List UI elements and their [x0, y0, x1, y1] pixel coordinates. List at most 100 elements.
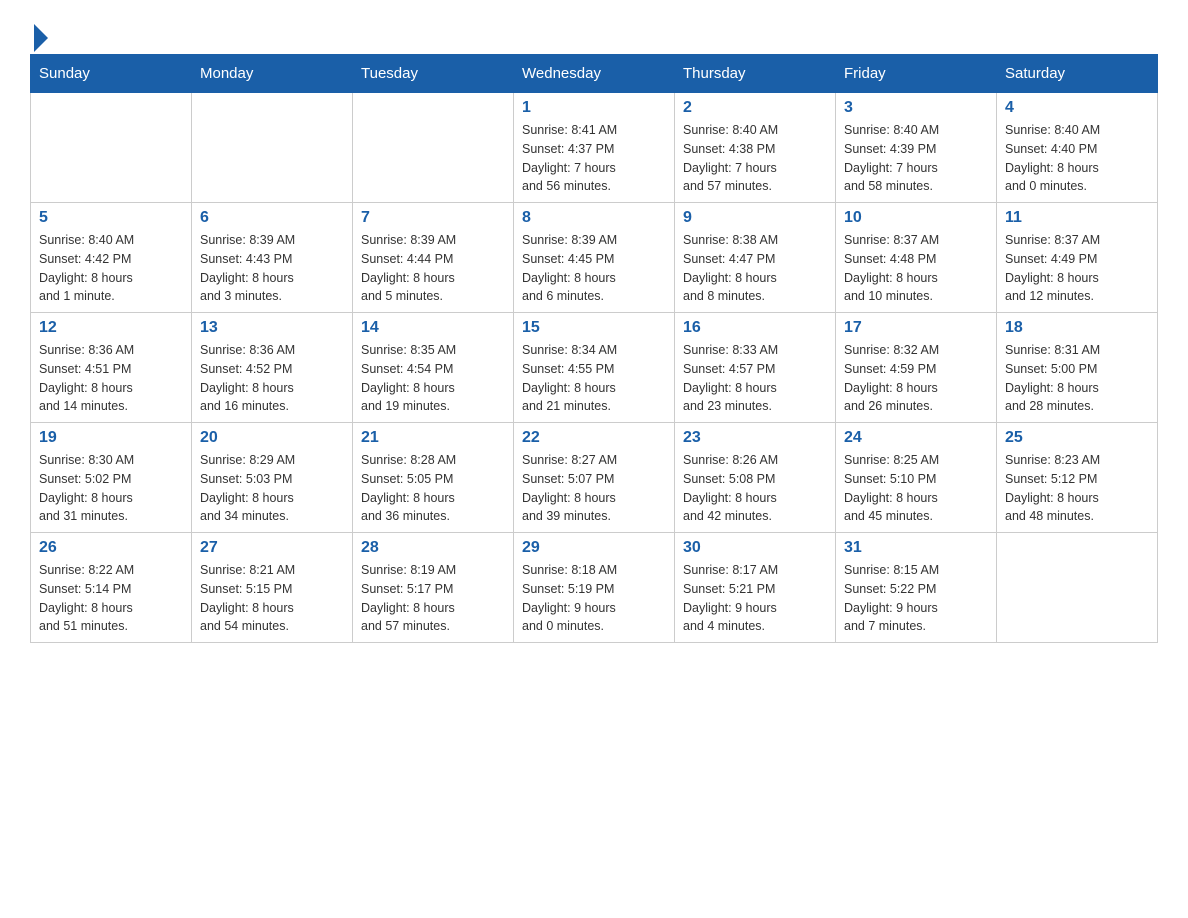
- weekday-header-monday: Monday: [192, 55, 353, 93]
- day-info: Sunrise: 8:39 AM Sunset: 4:44 PM Dayligh…: [361, 231, 505, 306]
- calendar-day-21: 21Sunrise: 8:28 AM Sunset: 5:05 PM Dayli…: [353, 423, 514, 533]
- weekday-header-thursday: Thursday: [675, 55, 836, 93]
- day-info: Sunrise: 8:32 AM Sunset: 4:59 PM Dayligh…: [844, 341, 988, 416]
- day-info: Sunrise: 8:31 AM Sunset: 5:00 PM Dayligh…: [1005, 341, 1149, 416]
- day-info: Sunrise: 8:36 AM Sunset: 4:51 PM Dayligh…: [39, 341, 183, 416]
- calendar-day-14: 14 Sunrise: 8:35 AM Sunset: 4:54 PM Dayli…: [353, 313, 514, 423]
- day-info: Sunrise: 8:40 AM Sunset: 4:39 PM Dayligh…: [844, 121, 988, 196]
- day-number: 13: [200, 319, 344, 337]
- day-number: 1: [522, 99, 666, 117]
- calendar-day-19: 19 Sunrise: 8:30 AM Sunset: 5:02 PM Dayli…: [31, 423, 192, 533]
- day-number: 14: [361, 319, 505, 337]
- day-number: 22: [522, 429, 666, 447]
- calendar-empty-cell: [353, 93, 514, 203]
- calendar-empty-cell: [192, 93, 353, 203]
- calendar-day-26: 26 Sunrise: 8:22 AM Sunset: 5:14 PM Dayli…: [31, 533, 192, 643]
- day-number: 3: [844, 99, 988, 117]
- day-info: Sunrise: 8:40 AM Sunset: 4:38 PM Dayligh…: [683, 121, 827, 196]
- day-info: Sunrise: 8:18 AM Sunset: 5:19 PM Dayligh…: [522, 561, 666, 636]
- calendar-empty-cell: [997, 533, 1158, 643]
- calendar-day-27: 27Sunrise: 8:21 AM Sunset: 5:15 PM Dayli…: [192, 533, 353, 643]
- calendar-day-18: 18 Sunrise: 8:31 AM Sunset: 5:00 PM Dayli…: [997, 313, 1158, 423]
- day-info: Sunrise: 8:36 AM Sunset: 4:52 PM Dayligh…: [200, 341, 344, 416]
- calendar-day-31: 31Sunrise: 8:15 AM Sunset: 5:22 PM Dayli…: [836, 533, 997, 643]
- calendar-day-5: 5 Sunrise: 8:40 AM Sunset: 4:42 PM Daylig…: [31, 203, 192, 313]
- calendar-day-8: 8Sunrise: 8:39 AM Sunset: 4:45 PM Daylig…: [514, 203, 675, 313]
- weekday-header-saturday: Saturday: [997, 55, 1158, 93]
- calendar-day-23: 23 Sunrise: 8:26 AM Sunset: 5:08 PM Dayli…: [675, 423, 836, 533]
- weekday-header-tuesday: Tuesday: [353, 55, 514, 93]
- calendar-week-row: 1 Sunrise: 8:41 AM Sunset: 4:37 PM Daylig…: [31, 93, 1158, 203]
- calendar-day-3: 3 Sunrise: 8:40 AM Sunset: 4:39 PM Daylig…: [836, 93, 997, 203]
- calendar-day-13: 13 Sunrise: 8:36 AM Sunset: 4:52 PM Dayli…: [192, 313, 353, 423]
- day-info: Sunrise: 8:38 AM Sunset: 4:47 PM Dayligh…: [683, 231, 827, 306]
- calendar-day-12: 12 Sunrise: 8:36 AM Sunset: 4:51 PM Dayli…: [31, 313, 192, 423]
- day-info: Sunrise: 8:17 AM Sunset: 5:21 PM Dayligh…: [683, 561, 827, 636]
- day-info: Sunrise: 8:27 AM Sunset: 5:07 PM Dayligh…: [522, 451, 666, 526]
- calendar-day-17: 17 Sunrise: 8:32 AM Sunset: 4:59 PM Dayli…: [836, 313, 997, 423]
- day-number: 17: [844, 319, 988, 337]
- day-number: 7: [361, 209, 505, 227]
- day-number: 15: [522, 319, 666, 337]
- day-info: Sunrise: 8:33 AM Sunset: 4:57 PM Dayligh…: [683, 341, 827, 416]
- logo: [30, 20, 48, 44]
- calendar-empty-cell: [31, 93, 192, 203]
- day-number: 6: [200, 209, 344, 227]
- day-info: Sunrise: 8:23 AM Sunset: 5:12 PM Dayligh…: [1005, 451, 1149, 526]
- calendar-day-10: 10Sunrise: 8:37 AM Sunset: 4:48 PM Dayli…: [836, 203, 997, 313]
- day-number: 26: [39, 539, 183, 557]
- day-number: 12: [39, 319, 183, 337]
- day-info: Sunrise: 8:40 AM Sunset: 4:42 PM Dayligh…: [39, 231, 183, 306]
- day-info: Sunrise: 8:25 AM Sunset: 5:10 PM Dayligh…: [844, 451, 988, 526]
- day-number: 27: [200, 539, 344, 557]
- page-header: [30, 20, 1158, 44]
- calendar-day-15: 15 Sunrise: 8:34 AM Sunset: 4:55 PM Dayli…: [514, 313, 675, 423]
- weekday-header-sunday: Sunday: [31, 55, 192, 93]
- calendar-day-22: 22 Sunrise: 8:27 AM Sunset: 5:07 PM Dayli…: [514, 423, 675, 533]
- weekday-header-wednesday: Wednesday: [514, 55, 675, 93]
- calendar-week-row: 26 Sunrise: 8:22 AM Sunset: 5:14 PM Dayli…: [31, 533, 1158, 643]
- day-number: 20: [200, 429, 344, 447]
- calendar-week-row: 5 Sunrise: 8:40 AM Sunset: 4:42 PM Daylig…: [31, 203, 1158, 313]
- day-info: Sunrise: 8:30 AM Sunset: 5:02 PM Dayligh…: [39, 451, 183, 526]
- day-number: 16: [683, 319, 827, 337]
- day-number: 18: [1005, 319, 1149, 337]
- calendar-day-16: 16 Sunrise: 8:33 AM Sunset: 4:57 PM Dayli…: [675, 313, 836, 423]
- calendar-day-29: 29 Sunrise: 8:18 AM Sunset: 5:19 PM Dayli…: [514, 533, 675, 643]
- calendar-day-6: 6 Sunrise: 8:39 AM Sunset: 4:43 PM Daylig…: [192, 203, 353, 313]
- calendar-day-7: 7 Sunrise: 8:39 AM Sunset: 4:44 PM Daylig…: [353, 203, 514, 313]
- day-info: Sunrise: 8:29 AM Sunset: 5:03 PM Dayligh…: [200, 451, 344, 526]
- calendar-week-row: 19 Sunrise: 8:30 AM Sunset: 5:02 PM Dayli…: [31, 423, 1158, 533]
- day-info: Sunrise: 8:34 AM Sunset: 4:55 PM Dayligh…: [522, 341, 666, 416]
- calendar-day-28: 28Sunrise: 8:19 AM Sunset: 5:17 PM Dayli…: [353, 533, 514, 643]
- day-info: Sunrise: 8:39 AM Sunset: 4:43 PM Dayligh…: [200, 231, 344, 306]
- day-number: 31: [844, 539, 988, 557]
- day-info: Sunrise: 8:26 AM Sunset: 5:08 PM Dayligh…: [683, 451, 827, 526]
- calendar-day-1: 1 Sunrise: 8:41 AM Sunset: 4:37 PM Daylig…: [514, 93, 675, 203]
- day-number: 5: [39, 209, 183, 227]
- day-info: Sunrise: 8:35 AM Sunset: 4:54 PM Dayligh…: [361, 341, 505, 416]
- calendar-table: SundayMondayTuesdayWednesdayThursdayFrid…: [30, 54, 1158, 643]
- day-info: Sunrise: 8:37 AM Sunset: 4:49 PM Dayligh…: [1005, 231, 1149, 306]
- calendar-day-20: 20 Sunrise: 8:29 AM Sunset: 5:03 PM Dayli…: [192, 423, 353, 533]
- weekday-header-friday: Friday: [836, 55, 997, 93]
- day-number: 11: [1005, 209, 1149, 227]
- day-info: Sunrise: 8:41 AM Sunset: 4:37 PM Dayligh…: [522, 121, 666, 196]
- calendar-day-24: 24Sunrise: 8:25 AM Sunset: 5:10 PM Dayli…: [836, 423, 997, 533]
- day-info: Sunrise: 8:22 AM Sunset: 5:14 PM Dayligh…: [39, 561, 183, 636]
- calendar-day-9: 9 Sunrise: 8:38 AM Sunset: 4:47 PM Daylig…: [675, 203, 836, 313]
- weekday-header-row: SundayMondayTuesdayWednesdayThursdayFrid…: [31, 55, 1158, 93]
- day-number: 9: [683, 209, 827, 227]
- day-number: 19: [39, 429, 183, 447]
- calendar-day-4: 4Sunrise: 8:40 AM Sunset: 4:40 PM Daylig…: [997, 93, 1158, 203]
- calendar-week-row: 12 Sunrise: 8:36 AM Sunset: 4:51 PM Dayli…: [31, 313, 1158, 423]
- day-number: 29: [522, 539, 666, 557]
- calendar-day-2: 2 Sunrise: 8:40 AM Sunset: 4:38 PM Daylig…: [675, 93, 836, 203]
- day-number: 10: [844, 209, 988, 227]
- day-number: 2: [683, 99, 827, 117]
- day-number: 23: [683, 429, 827, 447]
- day-number: 21: [361, 429, 505, 447]
- calendar-day-30: 30 Sunrise: 8:17 AM Sunset: 5:21 PM Dayli…: [675, 533, 836, 643]
- calendar-day-25: 25Sunrise: 8:23 AM Sunset: 5:12 PM Dayli…: [997, 423, 1158, 533]
- day-number: 30: [683, 539, 827, 557]
